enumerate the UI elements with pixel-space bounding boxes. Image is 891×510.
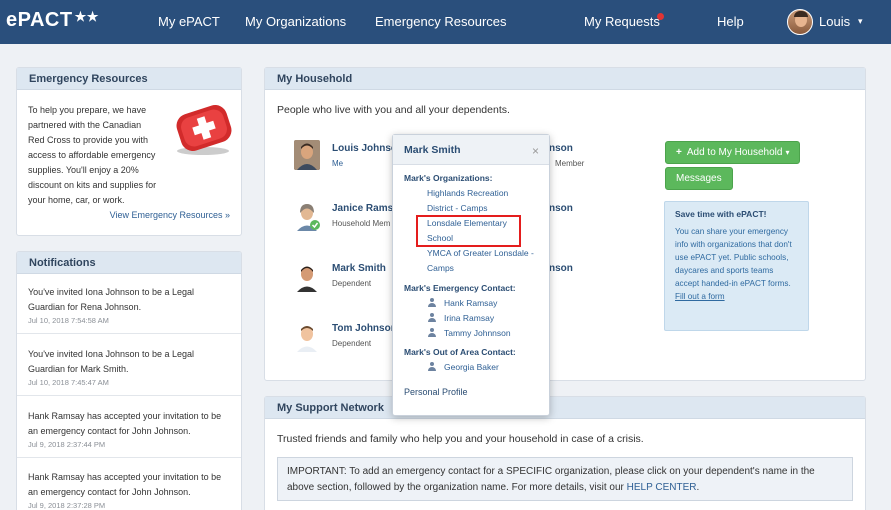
top-navbar: ePACT ★★ My ePACT My Organizations Emerge…	[0, 0, 891, 44]
plus-icon: +	[676, 147, 682, 158]
member-photo[interactable]	[294, 322, 320, 352]
member-role: Dependent	[332, 279, 372, 288]
member-name-louis[interactable]: Louis Johnso	[332, 143, 397, 154]
messages-button[interactable]: Messages	[665, 167, 733, 190]
notification-message: You've invited Iona Johnson to be a Lega…	[28, 287, 195, 312]
support-network-panel: My Support Network Trusted friends and f…	[264, 396, 866, 510]
member-name-partial[interactable]: nson	[549, 143, 573, 154]
emergency-contact[interactable]: Tammy Johnnson	[428, 328, 511, 338]
person-icon	[428, 328, 436, 337]
nav-help[interactable]: Help	[717, 14, 744, 29]
emergency-contact[interactable]: Irina Ramsay	[428, 313, 494, 323]
person-icon	[428, 362, 436, 371]
org-link[interactable]: Highlands Recreation District - Camps	[427, 186, 535, 216]
chevron-down-icon: ▾	[785, 148, 790, 157]
out-of-area-contact[interactable]: Georgia Baker	[428, 362, 499, 372]
notification-message: Hank Ramsay has accepted your invitation…	[28, 472, 222, 497]
member-role: Dependent	[332, 339, 372, 348]
out-of-area-label: Mark's Out of Area Contact:	[404, 347, 516, 357]
notification-timestamp: Jul 9, 2018 2:37:28 PM	[28, 501, 106, 510]
member-role: Household Mem	[332, 219, 391, 228]
important-notice: IMPORTANT: To add an emergency contact f…	[277, 457, 853, 501]
nav-my-requests[interactable]: My Requests	[584, 14, 660, 29]
close-icon[interactable]: ×	[532, 144, 539, 158]
notification-message: Hank Ramsay has accepted your invitation…	[28, 411, 222, 436]
organizations-label: Mark's Organizations:	[404, 173, 493, 183]
help-center-link[interactable]: HELP CENTER	[627, 482, 697, 493]
panel-title: Emergency Resources	[17, 68, 241, 90]
member-photo[interactable]	[294, 262, 320, 292]
chevron-down-icon[interactable]: ▾	[858, 16, 863, 27]
fill-out-form-link[interactable]: Fill out a form	[675, 292, 725, 301]
member-photo[interactable]	[294, 140, 320, 170]
notifications-panel: Notifications You've invited Iona Johnso…	[16, 251, 242, 510]
member-name-partial[interactable]: nson	[549, 263, 573, 274]
member-name-tom[interactable]: Tom Johnson	[332, 323, 397, 334]
panel-title: My Support Network	[265, 397, 865, 419]
notification-item[interactable]: You've invited Iona Johnson to be a Lega…	[17, 277, 241, 334]
save-time-tip: Save time with ePACT! You can share your…	[664, 201, 809, 331]
member-popover: Mark Smith × Mark's Organizations: Highl…	[392, 134, 550, 416]
tip-title: Save time with ePACT!	[675, 209, 767, 219]
notification-item[interactable]: Hank Ramsay has accepted your invitation…	[17, 401, 241, 458]
org-link[interactable]: YMCA of Greater Lonsdale - Camps	[427, 246, 539, 276]
panel-title: My Household	[265, 68, 865, 90]
member-name-janice[interactable]: Janice Rams	[332, 203, 393, 214]
tip-body: You can share your emergency info with o…	[675, 227, 792, 301]
personal-profile-link[interactable]: Personal Profile	[404, 387, 468, 397]
button-label: Add to My Household	[686, 147, 783, 158]
member-name-mark[interactable]: Mark Smith	[332, 263, 386, 274]
notification-timestamp: Jul 10, 2018 7:54:58 AM	[28, 316, 109, 325]
notification-timestamp: Jul 10, 2018 7:45:47 AM	[28, 378, 109, 387]
my-household-panel: My Household People who live with you an…	[264, 67, 866, 381]
emergency-resources-panel: Emergency Resources To help you prepare,…	[16, 67, 242, 236]
add-to-household-button[interactable]: + Add to My Household ▾	[665, 141, 801, 164]
notification-dot	[657, 13, 664, 20]
member-name-partial[interactable]: nson	[549, 203, 573, 214]
emergency-contact[interactable]: Hank Ramsay	[428, 298, 497, 308]
nav-my-organizations[interactable]: My Organizations	[245, 14, 346, 29]
household-intro: People who live with you and all your de…	[277, 104, 510, 116]
member-photo[interactable]	[294, 201, 320, 231]
person-icon	[428, 313, 436, 322]
panel-title: Notifications	[17, 252, 241, 274]
emergency-contact-label: Mark's Emergency Contact:	[404, 283, 516, 293]
user-menu-name[interactable]: Louis	[819, 14, 850, 29]
person-icon	[428, 298, 436, 307]
epact-logo[interactable]: ePACT ★★	[6, 9, 99, 32]
emergency-description: To help you prepare, we have partnered w…	[28, 105, 157, 205]
highlight-box	[416, 215, 521, 247]
member-role: Member	[555, 159, 585, 168]
notification-message: You've invited Iona Johnson to be a Lega…	[28, 349, 195, 374]
notification-item[interactable]: Hank Ramsay has accepted your invitation…	[17, 462, 241, 510]
member-role: Me	[332, 159, 344, 168]
popover-title: Mark Smith	[393, 135, 549, 165]
first-aid-kit-image	[176, 105, 232, 155]
nav-emergency-resources[interactable]: Emergency Resources	[375, 14, 507, 29]
view-emergency-resources-link[interactable]: View Emergency Resources »	[17, 210, 230, 220]
support-description: Trusted friends and family who help you …	[277, 433, 644, 445]
notification-timestamp: Jul 9, 2018 2:37:44 PM	[28, 440, 106, 449]
user-avatar[interactable]	[787, 9, 813, 35]
nav-my-epact[interactable]: My ePACT	[158, 14, 220, 29]
notification-item[interactable]: You've invited Iona Johnson to be a Lega…	[17, 339, 241, 396]
